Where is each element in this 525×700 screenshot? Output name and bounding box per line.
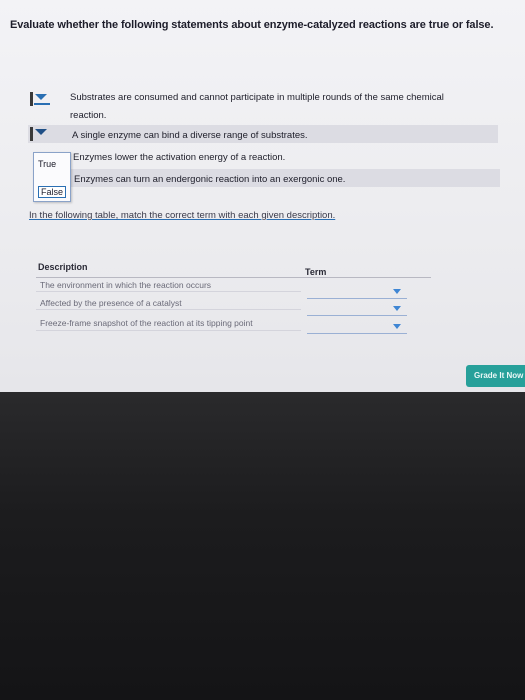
question-title: Evaluate whether the following statement… [10,19,494,31]
chevron-down-icon [393,306,401,311]
table-row-3-description: Freeze-frame snapshot of the reaction at… [40,318,253,328]
matching-instruction: In the following table, match the correc… [29,210,335,221]
term-select-row-3[interactable] [307,321,407,334]
chevron-down-icon [35,94,47,100]
monitor-bezel [0,392,525,700]
table-header-divider [36,277,431,278]
matching-instruction-text: In the following table, match the correc… [29,210,336,221]
statement-2-text: A single enzyme can bind a diverse range… [72,130,308,141]
dropdown-indicator-bar [30,92,33,106]
table-row-2-description: Affected by the presence of a catalyst [40,298,182,308]
chevron-down-icon [393,324,401,329]
dropdown-indicator-bar [30,127,33,141]
statement-4-text: Enzymes can turn an endergonic reaction … [74,174,346,185]
statement-1-dropdown[interactable] [30,92,54,106]
term-select-row-1[interactable] [307,286,407,299]
row-divider [36,330,301,331]
table-header-term: Term [305,267,327,277]
table-header-description: Description [38,262,88,272]
grade-it-now-button[interactable]: Grade It Now [466,365,525,387]
option-false[interactable]: False [38,186,67,198]
term-select-row-2[interactable] [307,303,407,316]
chevron-down-icon [35,129,47,135]
row-divider [36,291,301,292]
statement-1-text-cont: reaction. [70,110,107,121]
true-false-dropdown-menu: True False [33,152,71,202]
row-divider [36,309,301,310]
chevron-down-icon [393,289,401,294]
dropdown-underline [34,103,50,105]
browser-viewport: Evaluate whether the following statement… [0,0,525,392]
statement-3-text: Enzymes lower the activation energy of a… [73,152,286,163]
statement-2-dropdown[interactable] [30,127,54,141]
option-true[interactable]: True [38,159,56,169]
table-row-1-description: The environment in which the reaction oc… [40,280,212,290]
statement-1-text: Substrates are consumed and cannot parti… [70,92,444,103]
